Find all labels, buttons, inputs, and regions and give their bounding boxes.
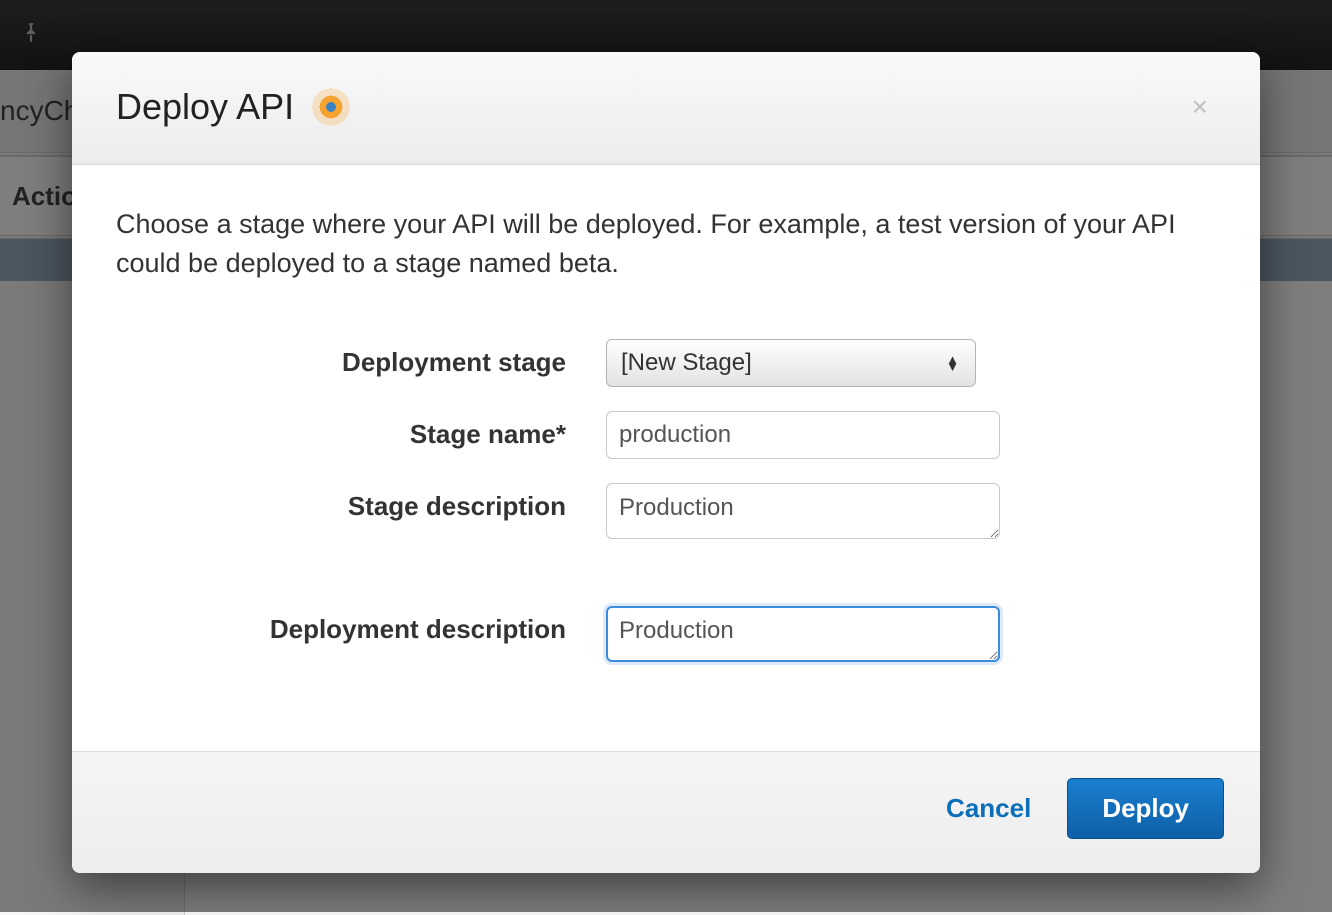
deploy-button[interactable]: Deploy [1067,778,1224,839]
stage-description-input[interactable] [606,483,1000,539]
form-row-deployment-description: Deployment description [116,606,1216,667]
close-icon[interactable]: × [1184,89,1216,125]
deployment-stage-selected: [New Stage] [621,349,752,377]
label-deployment-stage: Deployment stage [116,339,606,378]
deployment-description-input[interactable] [606,606,1000,662]
stage-name-input[interactable] [606,411,1000,459]
modal-body: Choose a stage where your API will be de… [72,165,1260,751]
modal-header: Deploy API × [72,52,1260,165]
modal-footer: Cancel Deploy [72,751,1260,873]
deployment-stage-select[interactable]: [New Stage] ▲▼ [606,339,976,387]
form-row-stage-description: Stage description [116,483,1216,544]
chevron-up-down-icon: ▲▼ [946,356,959,370]
modal-title: Deploy API [116,86,294,128]
modal-description: Choose a stage where your API will be de… [116,205,1216,283]
target-icon [312,88,350,126]
label-stage-name: Stage name* [116,411,606,450]
label-stage-description: Stage description [116,483,606,522]
modal-title-wrap: Deploy API [116,86,350,128]
cancel-button[interactable]: Cancel [946,793,1031,824]
label-deployment-description: Deployment description [116,606,606,645]
form-row-deployment-stage: Deployment stage [New Stage] ▲▼ [116,339,1216,387]
form-row-stage-name: Stage name* [116,411,1216,459]
deploy-api-modal: Deploy API × Choose a stage where your A… [72,52,1260,873]
